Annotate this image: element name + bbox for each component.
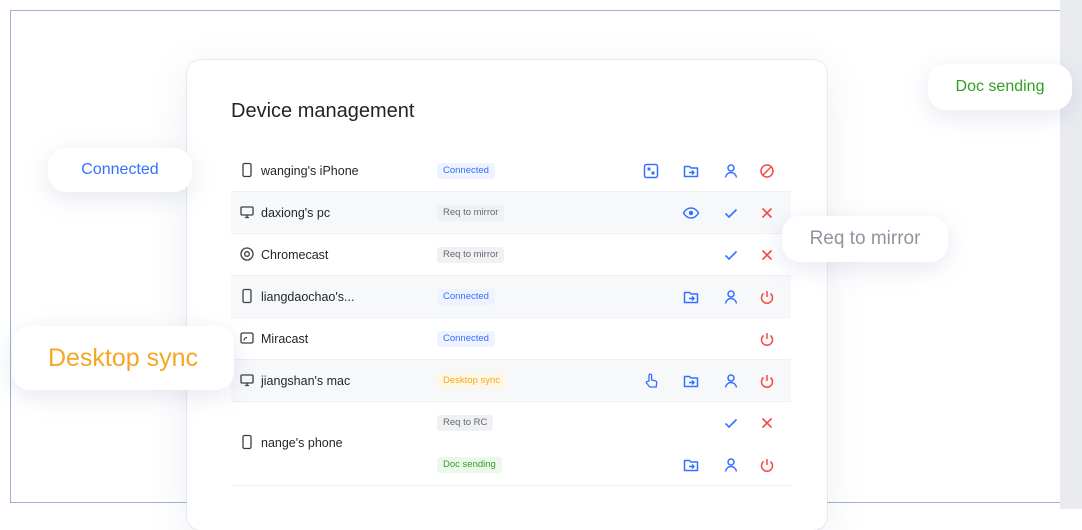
close-icon[interactable] (757, 245, 777, 265)
power-icon[interactable] (757, 455, 777, 475)
eye-icon[interactable] (681, 203, 701, 223)
device-name: liangdaochao's... (261, 290, 355, 304)
check-icon[interactable] (721, 413, 741, 433)
page-title: Device management (231, 100, 415, 122)
file-send-icon[interactable] (681, 161, 701, 181)
device-name: nange's phone (261, 436, 343, 450)
user-icon[interactable] (721, 455, 741, 475)
share-screen-icon[interactable] (641, 161, 661, 181)
status-badge: Connected (437, 163, 495, 179)
user-icon[interactable] (721, 371, 741, 391)
power-icon[interactable] (757, 287, 777, 307)
table-row: wanging's iPhone Connected (231, 150, 791, 192)
touch-icon[interactable] (641, 371, 661, 391)
miracast-icon (239, 330, 255, 346)
table-row: daxiong's pc Req to mirror (231, 192, 791, 234)
table-row: nange's phone Req to RC Doc sending (231, 402, 791, 486)
table-row: jiangshan's mac Desktop sync (231, 360, 791, 402)
status-badge: Connected (437, 331, 495, 347)
status-badge: Req to mirror (437, 247, 505, 263)
power-icon[interactable] (757, 329, 777, 349)
device-name: Miracast (261, 332, 309, 346)
disconnect-icon[interactable] (757, 161, 777, 181)
monitor-icon (239, 204, 255, 220)
user-icon[interactable] (721, 287, 741, 307)
check-icon[interactable] (721, 203, 741, 223)
monitor-icon (239, 372, 255, 388)
callout-doc-sending: Doc sending (928, 64, 1072, 110)
status-badge: Req to mirror (437, 205, 505, 221)
phone-icon (239, 288, 255, 304)
callout-desktop-sync: Desktop sync (12, 326, 234, 390)
close-icon[interactable] (757, 203, 777, 223)
file-send-icon[interactable] (681, 287, 701, 307)
close-icon[interactable] (757, 413, 777, 433)
callout-connected: Connected (48, 148, 192, 192)
status-badge: Desktop sync (437, 373, 507, 389)
status-badge: Req to RC (437, 415, 494, 431)
table-row: liangdaochao's... Connected (231, 276, 791, 318)
phone-icon (239, 434, 255, 450)
device-name: Chromecast (261, 248, 329, 262)
table-row: Miracast Connected (231, 318, 791, 360)
device-name: wanging's iPhone (261, 164, 359, 178)
check-icon[interactable] (721, 245, 741, 265)
device-name: daxiong's pc (261, 206, 331, 220)
callout-req-to-mirror: Req to mirror (782, 216, 948, 262)
status-badge: Doc sending (437, 457, 502, 473)
phone-icon (239, 162, 255, 178)
status-badge: Connected (437, 289, 495, 305)
device-name: jiangshan's mac (261, 374, 351, 388)
file-send-icon[interactable] (681, 455, 701, 475)
chromecast-icon (239, 246, 255, 262)
device-table: wanging's iPhone Connected daxiong's pc … (231, 150, 791, 486)
user-icon[interactable] (721, 161, 741, 181)
power-icon[interactable] (757, 371, 777, 391)
table-row: Chromecast Req to mirror (231, 234, 791, 276)
file-send-icon[interactable] (681, 371, 701, 391)
